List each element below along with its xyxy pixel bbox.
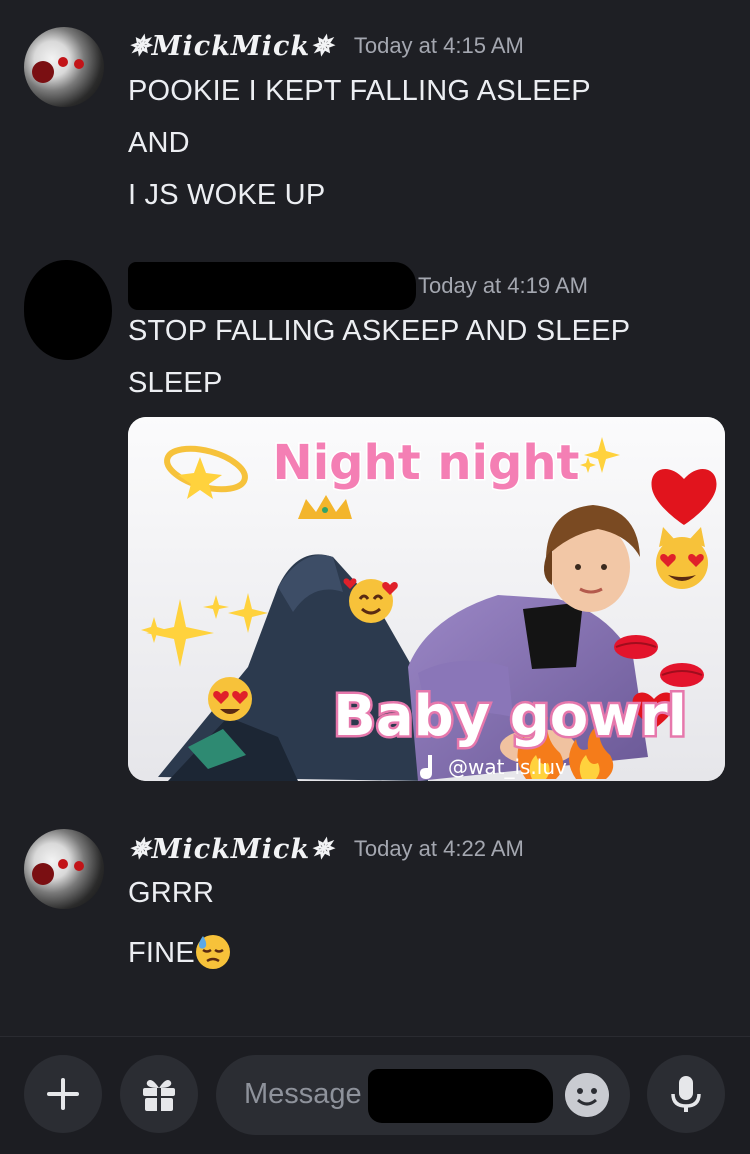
user-avatar[interactable]	[24, 829, 104, 909]
gift-icon	[143, 1080, 175, 1111]
gift-button[interactable]	[120, 1055, 198, 1133]
redacted-username	[128, 262, 416, 310]
downcast-sweat-emoji	[195, 935, 230, 969]
image-attachment[interactable]: Night night Baby gowrl @wat_is.luv	[128, 417, 725, 781]
message-header: ✵MickMick✵ Today at 4:22 AM	[128, 829, 524, 869]
message-line: GRRR	[128, 877, 215, 909]
message-line: POOKIE I KEPT FALLING ASLEEP	[128, 75, 591, 107]
message-placeholder: Message	[244, 1078, 362, 1110]
message-line: SLEEP	[128, 367, 223, 399]
message-header: Today at 4:19 AM	[128, 262, 588, 310]
voice-button[interactable]	[647, 1055, 725, 1133]
add-button[interactable]	[24, 1055, 102, 1133]
attachment-title: Night night	[273, 435, 580, 491]
message-input[interactable]: Message	[216, 1055, 630, 1135]
message-line: STOP FALLING ASKEEP AND SLEEP	[128, 315, 631, 347]
timestamp: Today at 4:22 AM	[353, 836, 524, 861]
attachment-caption: Baby gowrl	[333, 684, 687, 749]
attachment-watermark: @wat_is.luv	[448, 755, 567, 779]
username[interactable]: ✵MickMick✵	[128, 31, 334, 62]
timestamp: Today at 4:15 AM	[353, 33, 524, 58]
plus-icon	[47, 1078, 79, 1110]
message-line: AND	[128, 127, 190, 159]
redacted-placeholder	[368, 1069, 553, 1123]
timestamp: Today at 4:19 AM	[418, 273, 588, 298]
emoji-icon[interactable]	[565, 1073, 609, 1117]
message-text: FINE	[128, 937, 195, 969]
username[interactable]: ✵MickMick✵	[128, 834, 334, 865]
message-header: ✵MickMick✵ Today at 4:15 AM	[128, 26, 524, 66]
microphone-icon	[671, 1076, 701, 1112]
user-avatar[interactable]	[24, 27, 104, 107]
message-line: FINE	[128, 934, 231, 970]
redacted-avatar[interactable]	[24, 260, 112, 360]
message-line: I JS WOKE UP	[128, 179, 326, 211]
message-composer: Message	[0, 1036, 750, 1154]
